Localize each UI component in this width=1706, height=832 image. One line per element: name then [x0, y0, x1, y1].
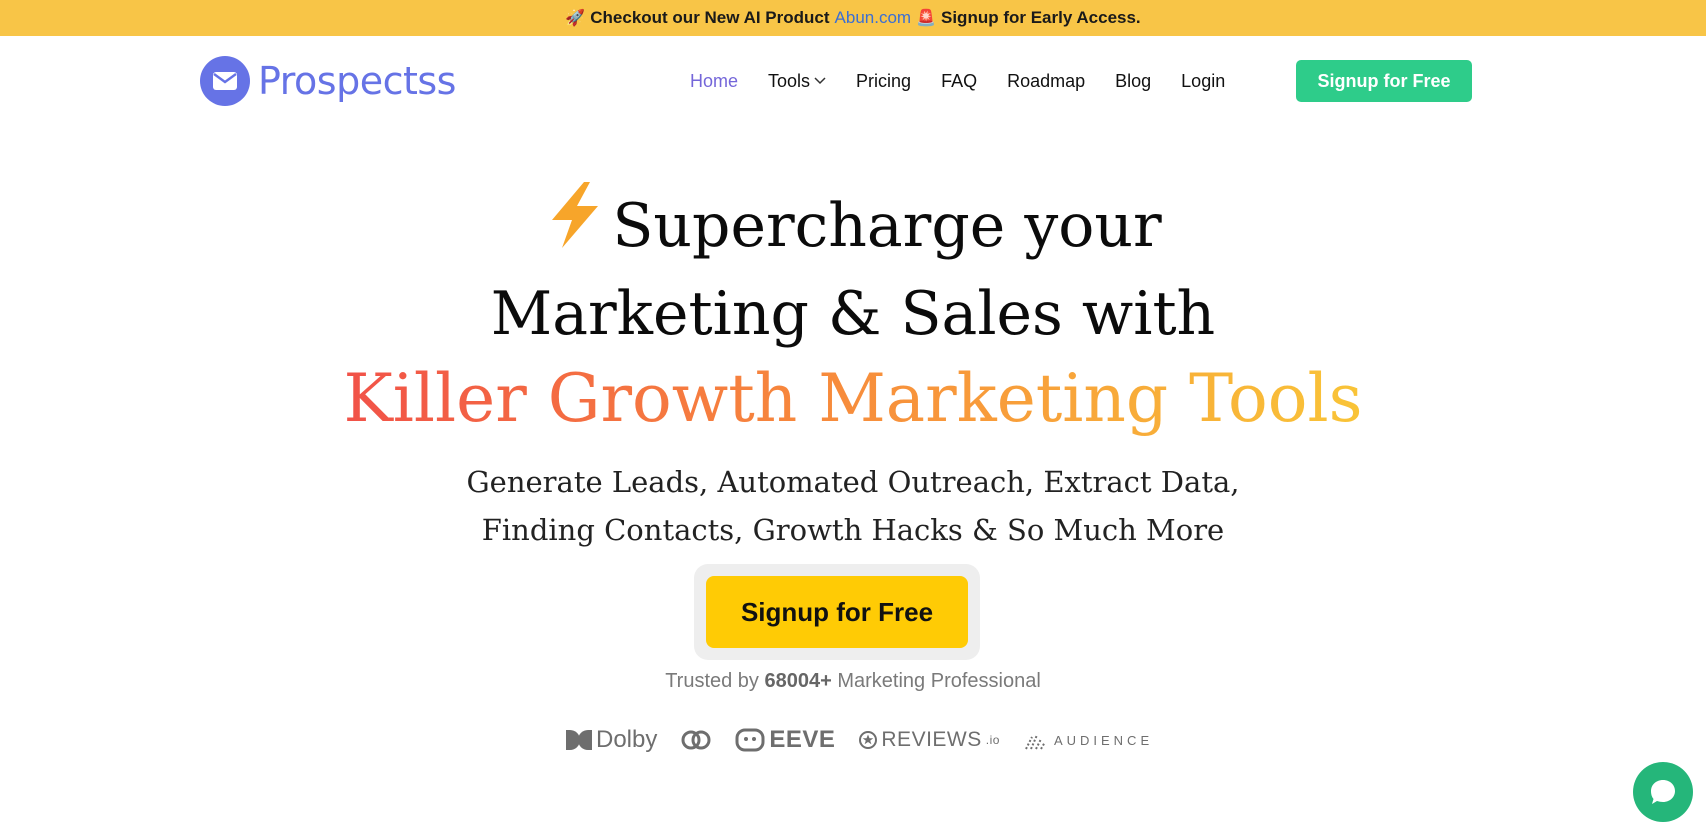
- hero-headline: Supercharge your Marketing & Sales with …: [0, 180, 1706, 442]
- envelope-icon: [200, 56, 250, 106]
- eeve-logo: EEVE: [735, 726, 835, 754]
- chevron-down-icon: [814, 76, 826, 88]
- header-signup-button[interactable]: Signup for Free: [1296, 60, 1472, 102]
- partner-logos: Dolby EEVE REVIEWS .io AUDIENCE: [566, 726, 1153, 754]
- reviews-io-logo: REVIEWS .io: [859, 728, 1000, 752]
- dolby-text: Dolby: [596, 726, 658, 753]
- lightning-bolt-icon: [544, 180, 604, 272]
- chat-bubble-icon: [1651, 780, 1675, 804]
- brand-name: Prospectss: [258, 59, 456, 103]
- nav-roadmap-label: Roadmap: [1007, 71, 1086, 91]
- chat-widget-button[interactable]: [1633, 762, 1693, 822]
- nav-roadmap[interactable]: Roadmap: [1007, 71, 1085, 92]
- nav-pricing[interactable]: Pricing: [856, 71, 911, 92]
- hero-subtitle: Generate Leads, Automated Outreach, Extr…: [0, 458, 1706, 554]
- announcement-bar: 🚀 Checkout our New AI Product Abun.com 🚨…: [0, 0, 1706, 36]
- audience-text: AUDIENCE: [1053, 732, 1154, 748]
- audience-logo: AUDIENCE: [1024, 729, 1153, 751]
- announcement-cta-text[interactable]: Signup for Early Access.: [941, 8, 1141, 28]
- nav-home-label: Home: [690, 71, 739, 91]
- nav-tools-label: Tools: [768, 71, 811, 91]
- nav-home[interactable]: Home: [690, 71, 738, 92]
- reviews-suffix: .io: [985, 733, 1000, 747]
- nav-tools[interactable]: Tools: [768, 71, 826, 92]
- main-menu: Home Tools Pricing FAQ Roadmap Blog Logi…: [690, 71, 1255, 92]
- reviews-text: REVIEWS: [881, 728, 982, 751]
- dolby-mark-icon: [566, 730, 592, 750]
- hero-cta-wrapper: Signup for Free: [694, 564, 980, 660]
- announcement-text: Checkout our New AI Product: [590, 8, 830, 27]
- eeve-robot-icon: [735, 728, 765, 752]
- headline-line-1: Supercharge your: [0, 180, 1706, 272]
- trusted-by-text: Trusted by 68004+ Marketing Professional: [0, 670, 1706, 693]
- site-header: Prospectss Home Tools Pricing FAQ Roadma…: [0, 36, 1706, 126]
- eeve-text: EEVE: [769, 726, 836, 753]
- nav-faq-label: FAQ: [941, 71, 978, 91]
- siren-icon: 🚨: [916, 10, 936, 27]
- nav-login-label: Login: [1181, 71, 1226, 91]
- hero-signup-button[interactable]: Signup for Free: [706, 576, 968, 648]
- trusted-suffix: Marketing Professional: [837, 670, 1041, 692]
- brand-logo[interactable]: Prospectss: [200, 56, 456, 106]
- nav-blog[interactable]: Blog: [1115, 71, 1151, 92]
- trusted-prefix: Trusted by: [665, 670, 759, 692]
- nav-blog-label: Blog: [1115, 71, 1152, 91]
- headline-text-1: Supercharge your: [612, 191, 1162, 261]
- subtitle-line-1: Generate Leads, Automated Outreach, Extr…: [466, 465, 1240, 499]
- headline-highlight: Killer Growth Marketing Tools: [344, 356, 1363, 442]
- audience-mark-icon: [1025, 734, 1046, 750]
- subtitle-line-2: Finding Contacts, Growth Hacks & So Much…: [481, 513, 1225, 547]
- nav-faq[interactable]: FAQ: [941, 71, 977, 92]
- star-badge-icon: [859, 731, 878, 749]
- chain-link-icon: [681, 730, 711, 750]
- headline-line-2: Marketing & Sales with: [490, 279, 1216, 349]
- dolby-logo: Dolby: [566, 726, 657, 754]
- trusted-count: 68004+: [764, 670, 832, 692]
- nav-login[interactable]: Login: [1181, 71, 1225, 92]
- chain-logo: [681, 729, 711, 751]
- nav-pricing-label: Pricing: [856, 71, 912, 91]
- abun-link[interactable]: Abun.com: [835, 8, 912, 28]
- rocket-icon: 🚀: [565, 10, 586, 27]
